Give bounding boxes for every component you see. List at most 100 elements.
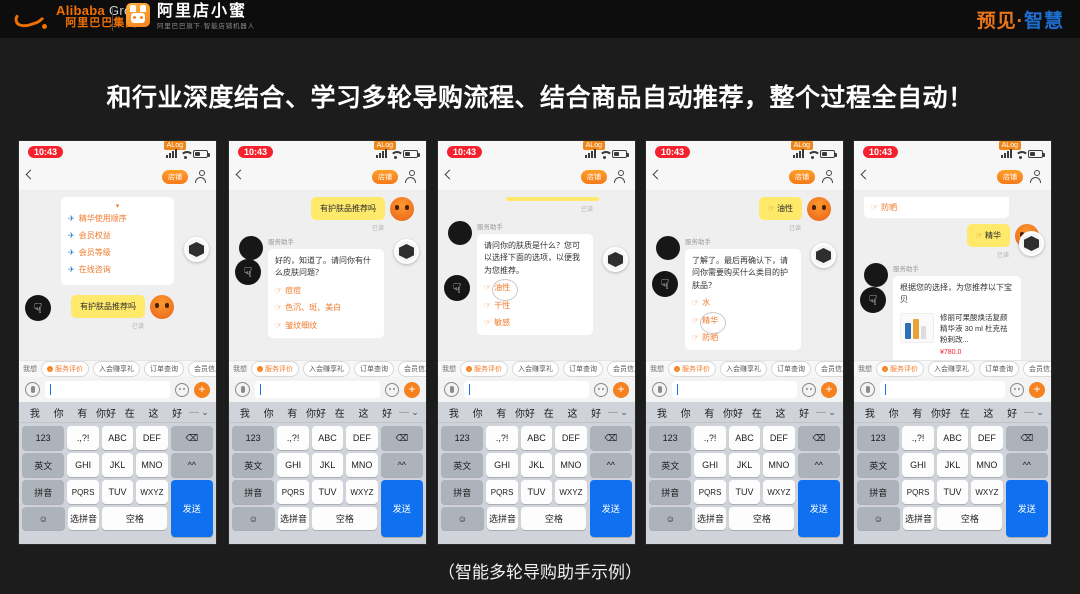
emoji-icon[interactable] [802,382,816,397]
prediction-word[interactable]: 这 [561,405,585,420]
quick-tab-order-query[interactable]: 订单查询 [144,361,184,377]
emoji-icon[interactable] [175,382,189,397]
voice-icon[interactable] [25,382,40,397]
floating-agent-badge[interactable] [603,247,628,272]
key-punct[interactable]: .,?! [277,426,309,450]
prediction-word[interactable]: 有 [489,405,513,420]
quick-tab-member-info[interactable]: 会员信息 [607,361,635,377]
prediction-word[interactable]: 我 [650,405,674,420]
quick-tab-service-rating[interactable]: ! 服务评价 [668,361,716,377]
key-punct[interactable]: .,?! [902,426,934,450]
prediction-word[interactable]: 有 [70,405,94,420]
key-abc[interactable]: ABC [520,426,553,450]
profile-icon[interactable] [405,170,418,183]
quick-tab-service-rating[interactable]: ! 服务评价 [876,361,924,377]
option-item[interactable]: ☞ 水 [692,297,794,309]
prediction-word[interactable]: 这 [352,405,376,420]
key-select-pinyin[interactable]: 选拼音 [486,507,519,530]
key-abc[interactable]: ABC [311,426,344,450]
key-ghi[interactable]: GHI [67,453,99,477]
quick-tab-member-info[interactable]: 会员信息 [188,361,216,377]
message-input[interactable] [255,381,380,398]
key-def[interactable]: DEF [136,426,168,450]
key-mno[interactable]: MNO [555,453,587,477]
back-icon[interactable] [652,169,663,180]
emoji-icon[interactable] [594,382,608,397]
key-backspace[interactable]: ⌫ [380,426,423,450]
key-123[interactable]: 123 [22,426,65,450]
key-backspace[interactable]: ⌫ [1005,426,1048,450]
key-space[interactable]: 空格 [937,507,1003,530]
message-input[interactable] [45,381,170,398]
prediction-word[interactable]: 在 [118,405,142,420]
back-icon[interactable] [25,169,36,180]
shop-pill-button[interactable]: 店铺 [162,170,188,184]
chevron-down-icon[interactable]: ⌄ [1033,407,1047,418]
back-icon[interactable] [860,169,871,180]
key-ghi[interactable]: GHI [486,453,518,477]
key-select-pinyin[interactable]: 选拼音 [67,507,100,530]
key-ghi[interactable]: GHI [694,453,726,477]
prediction-word[interactable]: 这 [142,405,166,420]
key-def[interactable]: DEF [555,426,587,450]
quick-tab-order-query[interactable]: 订单查询 [979,361,1019,377]
chevron-down-icon[interactable]: ⌄ [408,407,422,418]
key-punct[interactable]: .,?! [67,426,99,450]
shop-pill-button[interactable]: 店铺 [997,170,1023,184]
option-item[interactable]: ☞ 色沉、斑、美白 [275,302,377,314]
key-punct[interactable]: .,?! [694,426,726,450]
option-item[interactable]: ☞ 干性 [484,300,586,312]
prediction-word[interactable]: 我 [233,405,257,420]
prediction-word[interactable]: 在 [328,405,352,420]
prediction-word[interactable]: 在 [953,405,977,420]
option-item[interactable]: ☞ 精华 [692,311,794,334]
key-shift[interactable]: ^^ [1005,453,1048,477]
key-mno[interactable]: MNO [136,453,168,477]
key-shift[interactable]: ^^ [589,453,632,477]
key-select-pinyin[interactable]: 选拼音 [902,507,935,530]
prediction-word[interactable]: 你 [882,405,906,420]
key-space[interactable]: 空格 [729,507,795,530]
key-123[interactable]: 123 [649,426,692,450]
emoji-icon[interactable] [385,382,399,397]
option-item[interactable]: ☞ 痘痘 [275,285,377,297]
quick-tab-membership-gift[interactable]: 入会赚享礼 [512,361,559,377]
prediction-word[interactable]: 有 [280,405,304,420]
message-input[interactable] [464,381,589,398]
option-item[interactable]: ☞ 敏感 [484,317,586,329]
quick-tab-membership-gift[interactable]: 入会赚享礼 [928,361,975,377]
profile-icon[interactable] [195,170,208,183]
key-jkl[interactable]: JKL [311,453,344,477]
key-english[interactable]: 英文 [857,453,900,477]
prediction-word[interactable]: 我 [23,405,47,420]
prediction-word[interactable]: 你 [674,405,698,420]
product-card[interactable]: 修丽可果酸焕活复颜精华液 30 ml 杜克祛粉刺改... ¥780.0 [900,312,1014,359]
key-pinyin[interactable]: 拼音 [22,480,65,504]
key-ghi[interactable]: GHI [277,453,309,477]
key-tuv[interactable]: TUV [101,480,134,504]
prediction-word[interactable]: 你好 [94,405,118,420]
key-pinyin[interactable]: 拼音 [441,480,484,504]
key-shift[interactable]: ^^ [170,453,213,477]
voice-icon[interactable] [860,382,875,397]
option-item[interactable]: ☞ 防晒 [692,332,794,344]
emoji-icon[interactable] [1010,382,1024,397]
shop-pill-button[interactable]: 店铺 [581,170,607,184]
prediction-word[interactable]: 你好 [721,405,745,420]
key-backspace[interactable]: ⌫ [170,426,213,450]
key-english[interactable]: 英文 [232,453,275,477]
prediction-word[interactable]: 你好 [929,405,953,420]
quick-tab-service-rating[interactable]: ! 服务评价 [41,361,89,377]
quick-tab-order-query[interactable]: 订单查询 [771,361,811,377]
key-shift[interactable]: ^^ [797,453,840,477]
key-tuv[interactable]: TUV [936,480,969,504]
key-abc[interactable]: ABC [101,426,134,450]
floating-agent-badge[interactable] [394,239,419,264]
key-backspace[interactable]: ⌫ [797,426,840,450]
key-pqrs[interactable]: PQRS [486,480,518,504]
key-abc[interactable]: ABC [728,426,761,450]
key-abc[interactable]: ABC [936,426,969,450]
voice-icon[interactable] [444,382,459,397]
quick-tab-member-info[interactable]: 会员信息 [398,361,426,377]
prediction-word[interactable]: 你好 [513,405,537,420]
